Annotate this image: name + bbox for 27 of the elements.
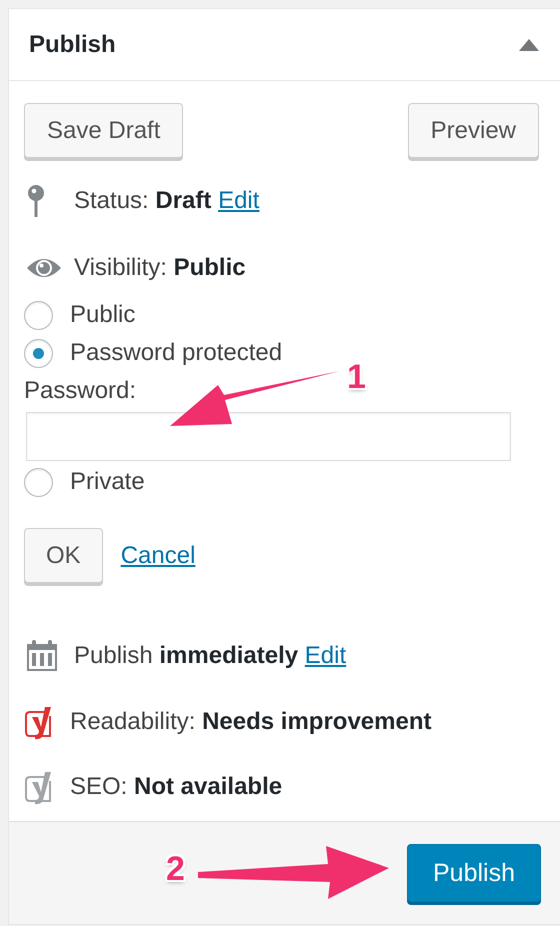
seo-text: SEO: Not available (70, 773, 282, 801)
eye-icon (26, 256, 62, 280)
radio-button[interactable] (24, 468, 53, 496)
publish-button[interactable]: Publish (407, 844, 541, 902)
cancel-link[interactable]: Cancel (120, 542, 196, 570)
collapse-toggle-icon[interactable] (519, 38, 539, 50)
visibility-text: Visibility: Public (74, 254, 246, 282)
radio-button[interactable] (24, 338, 53, 368)
radio-label: Private (70, 468, 145, 496)
radio-label: Password protected (70, 339, 282, 367)
readability-text: Readability: Needs improvement (70, 708, 432, 736)
password-label: Password: (24, 377, 136, 405)
edit-link[interactable]: Edit (218, 187, 260, 214)
annotation-number: 2 (166, 850, 185, 889)
panel-title: Publish (29, 30, 116, 58)
publish-time-text: Publish immediately Edit (74, 642, 346, 670)
annotation-number: 1 (347, 358, 366, 397)
edit-link[interactable]: Edit (304, 642, 346, 669)
status-text: Status: Draft Edit (74, 187, 260, 215)
save-draft-button[interactable]: Save Draft (24, 103, 184, 158)
radio-button[interactable] (24, 300, 53, 330)
ok-button[interactable]: OK (24, 528, 103, 583)
password-field[interactable] (26, 412, 511, 461)
pin-icon (26, 184, 46, 218)
preview-button[interactable]: Preview (408, 103, 539, 158)
radio-label: Public (70, 301, 136, 329)
calendar-icon (26, 640, 58, 672)
